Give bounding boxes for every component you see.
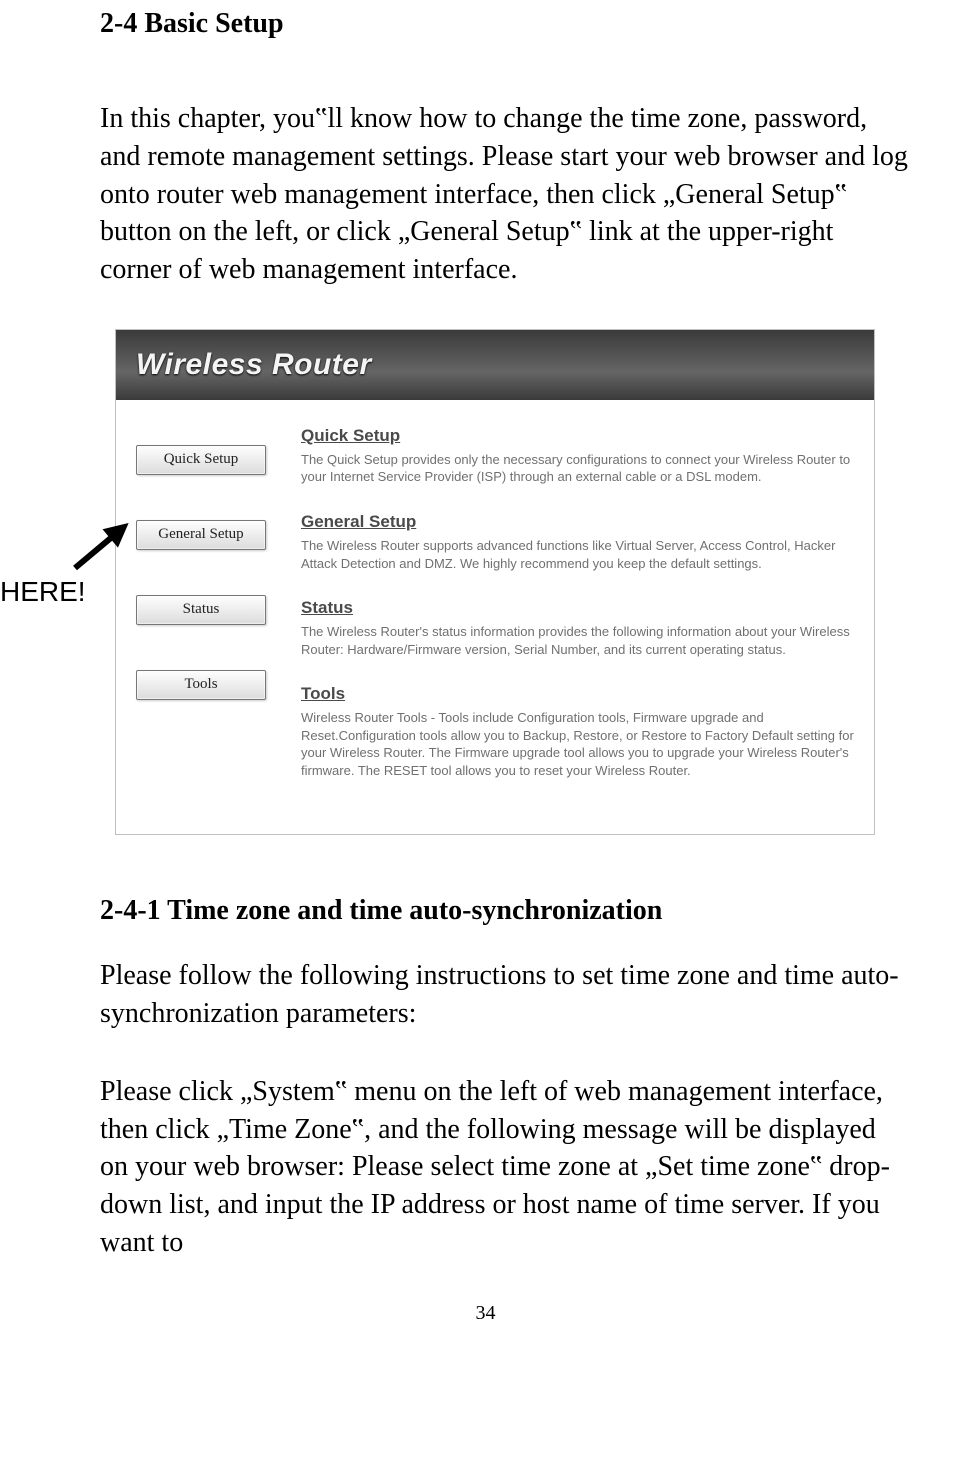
sub-section-title: 2-4-1 Time zone and time auto-synchroniz… xyxy=(100,895,910,927)
router-screenshot: Wireless Router Quick Setup General Setu… xyxy=(115,329,875,835)
router-content: Quick Setup The Quick Setup provides onl… xyxy=(301,425,854,804)
general-setup-button[interactable]: General Setup xyxy=(136,520,266,550)
tools-desc: Wireless Router Tools - Tools include Co… xyxy=(301,710,854,778)
arrow-icon xyxy=(70,508,140,578)
router-body: Quick Setup General Setup Status Tools Q… xyxy=(116,400,874,834)
page-number: 34 xyxy=(0,1302,971,1325)
router-header-title: Wireless Router xyxy=(136,348,372,382)
router-header: Wireless Router xyxy=(116,330,874,400)
router-sidebar: Quick Setup General Setup Status Tools xyxy=(136,425,266,804)
status-link[interactable]: Status xyxy=(301,597,854,620)
section-title: 2-4 Basic Setup xyxy=(100,8,910,40)
router-section-tools: Tools Wireless Router Tools - Tools incl… xyxy=(301,683,854,779)
status-desc: The Wireless Router's status information… xyxy=(301,624,850,657)
tools-button[interactable]: Tools xyxy=(136,670,266,700)
router-section-quick-setup: Quick Setup The Quick Setup provides onl… xyxy=(301,425,854,486)
body-paragraph-2: Please click „System‟ menu on the left o… xyxy=(100,1073,910,1262)
quick-setup-link[interactable]: Quick Setup xyxy=(301,425,854,448)
general-setup-link[interactable]: General Setup xyxy=(301,511,854,534)
tools-link[interactable]: Tools xyxy=(301,683,854,706)
intro-paragraph: In this chapter, you‟ll know how to chan… xyxy=(100,100,910,289)
here-label: HERE! xyxy=(0,576,86,608)
general-setup-desc: The Wireless Router supports advanced fu… xyxy=(301,538,835,571)
body-paragraph-1: Please follow the following instructions… xyxy=(100,957,910,1033)
quick-setup-desc: The Quick Setup provides only the necess… xyxy=(301,452,850,485)
router-section-general-setup: General Setup The Wireless Router suppor… xyxy=(301,511,854,572)
status-button[interactable]: Status xyxy=(136,595,266,625)
quick-setup-button[interactable]: Quick Setup xyxy=(136,445,266,475)
router-section-status: Status The Wireless Router's status info… xyxy=(301,597,854,658)
